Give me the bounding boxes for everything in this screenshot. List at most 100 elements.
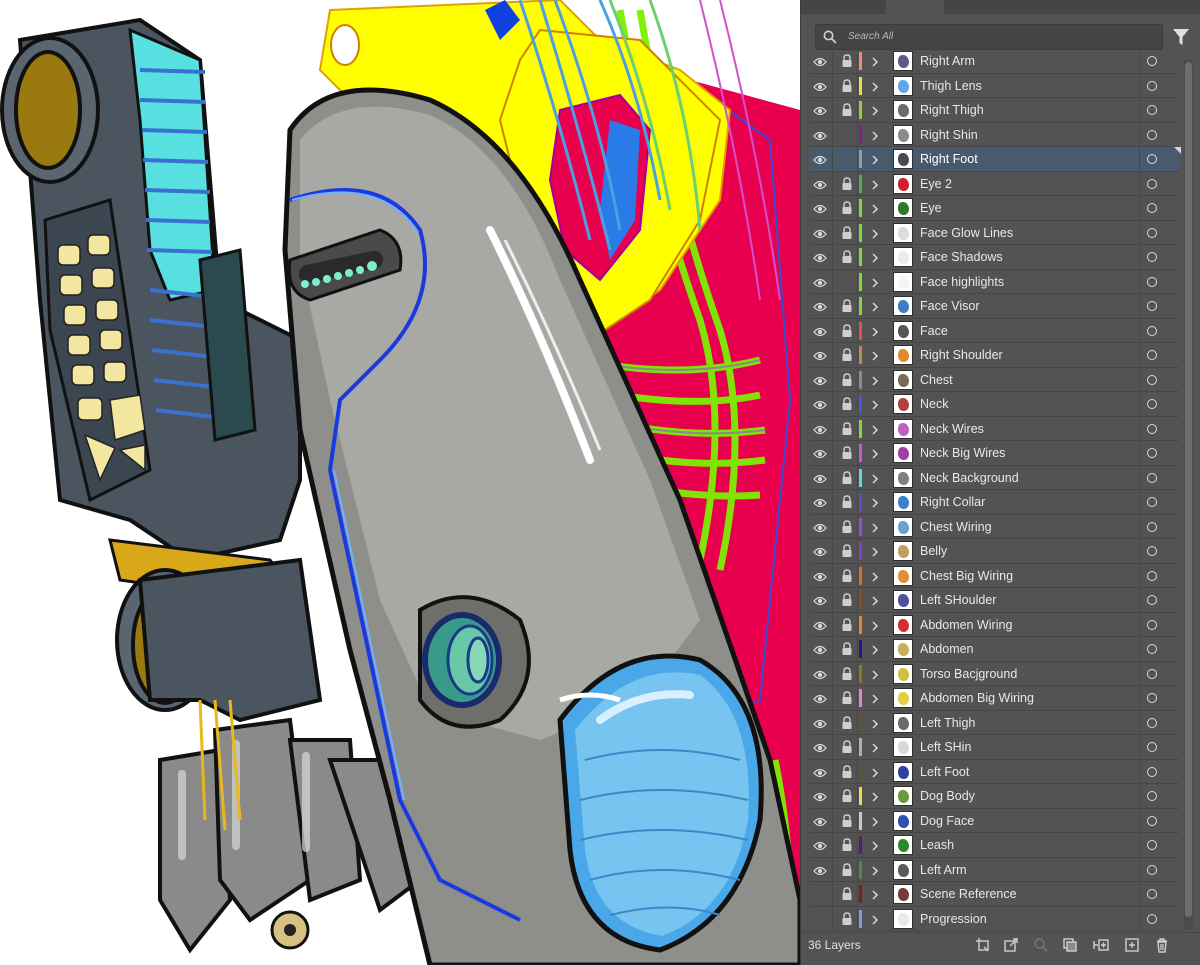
- target-circle-icon[interactable]: [1147, 742, 1157, 752]
- collect-for-export-icon[interactable]: [975, 937, 991, 953]
- expand-chevron-icon[interactable]: [871, 864, 879, 876]
- lock-icon[interactable]: [841, 225, 853, 240]
- lock-icon[interactable]: [841, 593, 853, 607]
- lock-icon[interactable]: [841, 617, 853, 632]
- layer-row[interactable]: Left Thigh: [809, 710, 1179, 735]
- layer-row[interactable]: Torso Bacjground: [809, 661, 1179, 686]
- target-circle-icon[interactable]: [1147, 497, 1157, 507]
- layer-row[interactable]: Neck Wires: [809, 416, 1179, 441]
- expand-chevron-icon[interactable]: [871, 374, 879, 386]
- lock-icon[interactable]: [841, 911, 853, 926]
- lock-icon[interactable]: [841, 838, 853, 852]
- expand-chevron-icon[interactable]: [871, 325, 879, 337]
- layer-row[interactable]: Chest Wiring: [809, 514, 1179, 539]
- expand-chevron-icon[interactable]: [871, 815, 879, 827]
- scrollbar-thumb[interactable]: [1185, 62, 1192, 917]
- lock-icon[interactable]: [841, 250, 853, 264]
- expand-chevron-icon[interactable]: [871, 55, 879, 67]
- expand-chevron-icon[interactable]: [871, 227, 879, 239]
- layer-row[interactable]: Scene Reference: [809, 882, 1179, 907]
- visibility-eye-icon[interactable]: [813, 472, 827, 484]
- visibility-eye-icon[interactable]: [813, 815, 827, 827]
- visibility-eye-icon[interactable]: [813, 864, 827, 876]
- visibility-eye-icon[interactable]: [813, 178, 827, 190]
- visibility-eye-icon[interactable]: [813, 325, 827, 337]
- lock-icon[interactable]: [841, 544, 853, 558]
- layer-row[interactable]: Face: [809, 318, 1179, 343]
- lock-icon[interactable]: [841, 103, 853, 117]
- layer-row[interactable]: Chest: [809, 367, 1179, 392]
- visibility-eye-icon[interactable]: [813, 839, 827, 851]
- layer-row[interactable]: Right Shoulder: [809, 343, 1179, 368]
- target-circle-icon[interactable]: [1147, 546, 1157, 556]
- lock-icon[interactable]: [841, 642, 853, 656]
- visibility-eye-icon[interactable]: [813, 55, 827, 67]
- lock-icon[interactable]: [841, 519, 853, 534]
- target-circle-icon[interactable]: [1147, 693, 1157, 703]
- filter-button[interactable]: [1171, 26, 1191, 48]
- target-circle-icon[interactable]: [1147, 668, 1157, 679]
- visibility-eye-icon[interactable]: [813, 202, 827, 214]
- search-input[interactable]: Search All: [848, 31, 893, 42]
- lock-icon[interactable]: [841, 862, 853, 877]
- layer-row[interactable]: Left Foot: [809, 759, 1179, 784]
- lock-icon[interactable]: [841, 887, 853, 901]
- target-circle-icon[interactable]: [1147, 325, 1157, 336]
- expand-chevron-icon[interactable]: [871, 545, 879, 557]
- target-circle-icon[interactable]: [1147, 717, 1157, 728]
- layer-row[interactable]: Right Collar: [809, 490, 1179, 515]
- expand-chevron-icon[interactable]: [871, 570, 879, 582]
- target-circle-icon[interactable]: [1147, 80, 1157, 91]
- layer-row[interactable]: Right Shin: [809, 122, 1179, 147]
- layer-row[interactable]: Progression: [809, 906, 1179, 931]
- expand-chevron-icon[interactable]: [871, 472, 879, 484]
- visibility-eye-icon[interactable]: [813, 790, 827, 802]
- target-circle-icon[interactable]: [1147, 595, 1157, 605]
- lock-icon[interactable]: [841, 201, 853, 215]
- layer-row[interactable]: Dog Body: [809, 784, 1179, 809]
- layer-row[interactable]: Abdomen Big Wiring: [809, 686, 1179, 711]
- target-circle-icon[interactable]: [1147, 913, 1157, 924]
- layer-row[interactable]: Face highlights: [809, 269, 1179, 294]
- expand-chevron-icon[interactable]: [871, 913, 879, 925]
- target-circle-icon[interactable]: [1147, 129, 1157, 140]
- locate-object-icon[interactable]: [1033, 937, 1049, 953]
- layer-row[interactable]: Right Foot: [809, 147, 1181, 172]
- visibility-eye-icon[interactable]: [813, 643, 827, 655]
- new-sublayer-icon[interactable]: [1093, 937, 1109, 953]
- expand-chevron-icon[interactable]: [871, 423, 879, 435]
- search-bar[interactable]: Search All: [815, 24, 1163, 50]
- expand-chevron-icon[interactable]: [871, 80, 879, 92]
- expand-chevron-icon[interactable]: [871, 276, 879, 288]
- visibility-eye-icon[interactable]: [813, 668, 827, 680]
- layer-row[interactable]: Abdomen: [809, 637, 1179, 662]
- target-circle-icon[interactable]: [1147, 791, 1157, 801]
- layer-row[interactable]: Neck Big Wires: [809, 441, 1179, 466]
- lock-icon[interactable]: [841, 568, 853, 583]
- visibility-eye-icon[interactable]: [813, 349, 827, 361]
- expand-chevron-icon[interactable]: [871, 766, 879, 778]
- target-circle-icon[interactable]: [1147, 815, 1157, 826]
- visibility-eye-icon[interactable]: [813, 741, 827, 753]
- target-circle-icon[interactable]: [1147, 840, 1157, 850]
- lock-icon[interactable]: [841, 446, 853, 460]
- expand-chevron-icon[interactable]: [871, 790, 879, 802]
- visibility-eye-icon[interactable]: [813, 692, 827, 704]
- expand-chevron-icon[interactable]: [871, 349, 879, 361]
- expand-chevron-icon[interactable]: [871, 178, 879, 190]
- target-circle-icon[interactable]: [1147, 521, 1157, 532]
- lock-icon[interactable]: [841, 372, 853, 387]
- visibility-eye-icon[interactable]: [813, 80, 827, 92]
- visibility-eye-icon[interactable]: [813, 619, 827, 631]
- visibility-eye-icon[interactable]: [813, 300, 827, 312]
- expand-chevron-icon[interactable]: [871, 153, 879, 165]
- visibility-toggle[interactable]: [813, 913, 827, 925]
- new-layer-icon[interactable]: [1124, 937, 1140, 953]
- layer-row[interactable]: Eye 2: [809, 171, 1179, 196]
- target-circle-icon[interactable]: [1147, 766, 1157, 777]
- target-circle-icon[interactable]: [1147, 448, 1157, 458]
- lock-icon[interactable]: [841, 691, 853, 705]
- tab-layers[interactable]: [886, 0, 944, 14]
- lock-icon[interactable]: [841, 764, 853, 779]
- layer-row[interactable]: Face Glow Lines: [809, 220, 1179, 245]
